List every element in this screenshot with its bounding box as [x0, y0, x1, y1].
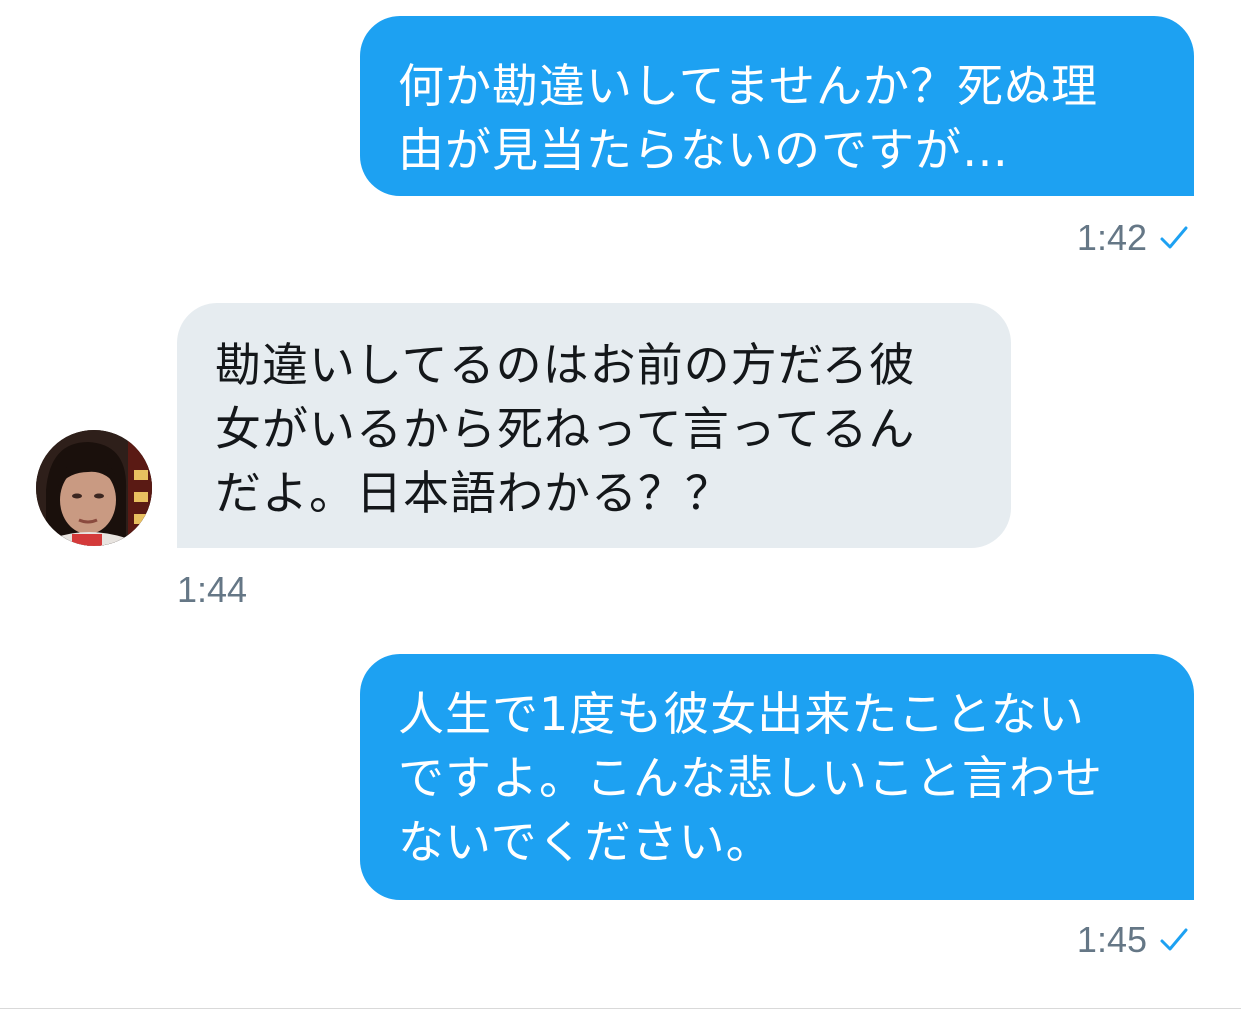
- avatar[interactable]: [36, 430, 152, 546]
- timestamp: 1:42: [1076, 217, 1147, 258]
- message-bubble-received-1[interactable]: 勘違いしてるのはお前の方だろ彼 女がいるから死ねって言ってるん だよ。日本語わか…: [177, 303, 1011, 548]
- timestamp: 1:45: [1076, 919, 1147, 960]
- message-meta-1: 1:42: [1077, 218, 1189, 258]
- message-bubble-sent-2[interactable]: 人生で1度も彼女出来たことない ですよ。こんな悲しいこと言わせ ないでください。: [360, 654, 1194, 900]
- message-meta-3: 1:45: [1077, 920, 1189, 960]
- avatar-image: [36, 430, 152, 546]
- checkmark-icon: [1160, 928, 1188, 951]
- divider: [0, 1008, 1241, 1009]
- message-bubble-sent-1[interactable]: 何か勘違いしてませんか？死ぬ理 由が見当たらないのですが…: [360, 16, 1194, 196]
- message-meta-2: 1:44: [177, 570, 247, 610]
- checkmark-icon: [1160, 226, 1188, 249]
- timestamp: 1:44: [177, 569, 248, 610]
